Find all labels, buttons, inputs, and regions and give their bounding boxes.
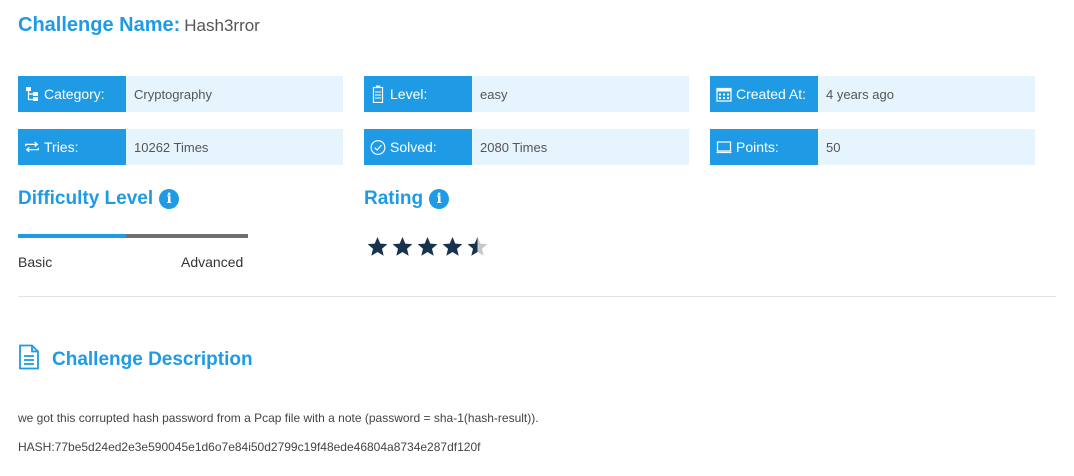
info-icon[interactable]: i (429, 189, 450, 209)
created-card: Created At: 4 years ago (710, 76, 1035, 112)
created-value: 4 years ago (818, 76, 1035, 112)
tries-key: Tries: (44, 139, 79, 155)
sitemap-icon (24, 86, 40, 102)
challenge-title: Challenge Name: Hash3rror (18, 14, 260, 42)
difficulty-bar-fill (18, 234, 126, 238)
check-circle-icon (370, 139, 386, 155)
info-icon[interactable]: i (159, 189, 180, 209)
star-icon[interactable] (466, 236, 489, 258)
star-icon[interactable] (416, 236, 439, 258)
category-card: Category: Cryptography (18, 76, 343, 112)
description-heading: Challenge Description (18, 344, 253, 375)
difficulty-max-label: Advanced (181, 254, 244, 270)
battery-icon (370, 85, 386, 103)
created-key: Created At: (736, 86, 807, 102)
difficulty-heading: Difficulty Level i (18, 188, 180, 210)
level-key: Level: (390, 86, 428, 102)
level-value: easy (472, 76, 689, 112)
level-card: Level: easy (364, 76, 689, 112)
tries-card: Tries: 10262 Times (18, 129, 343, 165)
star-icon[interactable] (366, 236, 389, 258)
star-icon[interactable] (391, 236, 414, 258)
section-divider (18, 296, 1056, 297)
rating-title: Rating (364, 188, 424, 209)
difficulty-bar (18, 234, 248, 238)
difficulty-min-label: Basic (18, 254, 53, 270)
description-title: Challenge Description (52, 348, 253, 370)
star-icon[interactable] (441, 236, 464, 258)
challenge-name: Hash3rror (184, 16, 260, 35)
points-card: Points: 50 (710, 129, 1035, 165)
hash-text: HASH:77be5d24ed2e3e590045e1d6o7e84i50d27… (18, 440, 481, 454)
category-value: Cryptography (126, 76, 343, 112)
description-text: we got this corrupted hash password from… (18, 411, 539, 425)
category-key: Category: (44, 86, 105, 102)
retry-icon (24, 139, 40, 155)
tries-value: 10262 Times (126, 129, 343, 165)
rating-heading: Rating i (364, 188, 450, 210)
solved-key: Solved: (390, 139, 437, 155)
difficulty-title: Difficulty Level (18, 188, 154, 209)
solved-value: 2080 Times (472, 129, 689, 165)
points-key: Points: (736, 139, 779, 155)
challenge-name-label: Challenge Name: (18, 14, 181, 36)
points-value: 50 (818, 129, 1035, 165)
rating-stars (366, 236, 489, 258)
solved-card: Solved: 2080 Times (364, 129, 689, 165)
monitor-icon (716, 139, 732, 155)
calendar-icon (716, 86, 732, 102)
document-icon (18, 344, 40, 375)
